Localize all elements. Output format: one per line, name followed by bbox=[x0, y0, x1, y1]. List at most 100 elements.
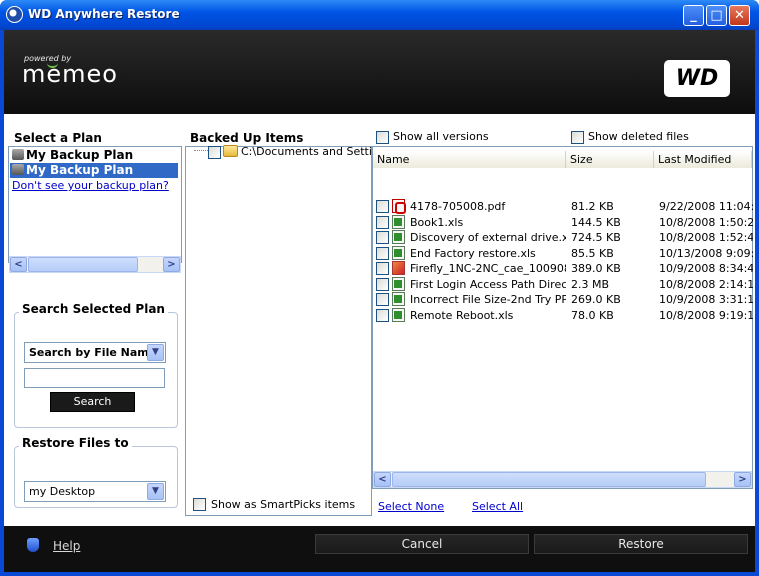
folder-icon bbox=[223, 145, 238, 157]
tree-panel bbox=[185, 146, 372, 516]
window-title: WD Anywhere Restore bbox=[28, 7, 180, 21]
file-size: 81.2 KB bbox=[571, 200, 614, 213]
maximize-button[interactable]: □ bbox=[706, 5, 727, 26]
file-size: 269.0 KB bbox=[571, 293, 621, 306]
file-size: 389.0 KB bbox=[571, 262, 621, 275]
excel-icon bbox=[392, 214, 405, 229]
file-list-scrollbar[interactable]: < > bbox=[373, 471, 752, 488]
scroll-left-icon[interactable]: < bbox=[10, 257, 27, 272]
excel-icon bbox=[392, 292, 405, 306]
file-size: 2.3 MB bbox=[571, 277, 610, 291]
file-modified: 10/9/2008 3:31:1 bbox=[659, 293, 753, 306]
select-all-link[interactable]: Select All bbox=[472, 500, 523, 513]
restore-to-label: Restore Files to bbox=[19, 436, 132, 450]
file-size: 724.5 KB bbox=[571, 231, 621, 244]
select-plan-heading: Select a Plan bbox=[14, 131, 102, 145]
file-checkbox[interactable] bbox=[376, 200, 389, 213]
file-modified: 10/9/2008 8:34:4 bbox=[659, 262, 753, 275]
file-checkbox[interactable] bbox=[376, 246, 389, 260]
minimize-icon: _ bbox=[690, 8, 697, 23]
file-checkbox[interactable] bbox=[376, 308, 389, 322]
excel-icon bbox=[392, 276, 405, 291]
file-checkbox[interactable] bbox=[376, 293, 389, 306]
chevron-down-icon[interactable]: ▼ bbox=[147, 344, 164, 361]
file-modified: 10/13/2008 9:09: bbox=[659, 246, 753, 260]
file-modified: 10/8/2008 1:50:2 bbox=[659, 215, 753, 229]
image-icon bbox=[392, 261, 405, 275]
file-modified: 10/8/2008 9:19:1 bbox=[659, 308, 753, 322]
file-checkbox[interactable] bbox=[376, 262, 389, 275]
restore-destination-value: my Desktop bbox=[29, 485, 96, 498]
pdf-icon bbox=[392, 199, 406, 214]
file-name: Discovery of external drive.xls bbox=[410, 231, 566, 244]
file-checkbox[interactable] bbox=[376, 215, 389, 229]
tree-root-label[interactable]: C:\Documents and Settings bbox=[241, 145, 371, 158]
close-button[interactable]: ✕ bbox=[729, 5, 750, 26]
backed-up-heading: Backed Up Items bbox=[190, 131, 304, 145]
scroll-right-icon[interactable]: > bbox=[163, 257, 180, 272]
backup-plan-icon bbox=[12, 149, 24, 160]
file-modified: 10/8/2008 2:14:1 bbox=[659, 277, 753, 291]
file-name: Book1.xls bbox=[410, 215, 464, 229]
show-deleted-label: Show deleted files bbox=[588, 130, 689, 143]
file-size: 78.0 KB bbox=[571, 308, 614, 322]
file-name: Incorrect File Size-2nd Try PP... bbox=[410, 293, 566, 306]
shield-icon bbox=[27, 538, 39, 552]
excel-icon bbox=[392, 245, 405, 260]
excel-icon bbox=[392, 230, 405, 244]
file-name: End Factory restore.xls bbox=[410, 246, 536, 260]
file-name: Firefly_1NC-2NC_cae_100908... bbox=[410, 262, 566, 275]
file-modified: 9/22/2008 11:04:1 bbox=[659, 200, 753, 213]
restore-destination-select[interactable]: my Desktop ▼ bbox=[24, 481, 166, 502]
close-icon: ✕ bbox=[734, 8, 745, 23]
search-mode-value: Search by File Name bbox=[29, 346, 157, 359]
file-name: Remote Reboot.xls bbox=[410, 308, 514, 322]
maximize-icon: □ bbox=[710, 8, 723, 23]
column-header-size[interactable]: Size bbox=[566, 151, 654, 168]
file-modified: 10/8/2008 1:52:4 bbox=[659, 231, 753, 244]
file-size: 144.5 KB bbox=[571, 215, 621, 229]
scroll-right-icon[interactable]: > bbox=[734, 472, 751, 487]
smartpicks-checkbox[interactable] bbox=[193, 498, 206, 511]
search-group-label: Search Selected Plan bbox=[19, 302, 168, 316]
restore-button[interactable]: Restore bbox=[534, 534, 748, 554]
memeo-logo: memeo bbox=[22, 60, 118, 88]
file-name: First Login Access Path Direct... bbox=[410, 277, 566, 291]
smartpicks-label: Show as SmartPicks items bbox=[211, 498, 356, 511]
app-icon bbox=[6, 6, 23, 23]
column-header-name[interactable]: Name bbox=[373, 151, 566, 168]
backup-plan-icon bbox=[12, 164, 24, 175]
plan-item-label: My Backup Plan bbox=[26, 163, 134, 177]
tree-root-checkbox[interactable] bbox=[208, 146, 221, 159]
show-deleted-checkbox[interactable] bbox=[571, 131, 584, 144]
search-mode-select[interactable]: Search by File Name ▼ bbox=[24, 342, 166, 363]
plan-item-label: My Backup Plan bbox=[26, 148, 134, 162]
wd-logo: WD bbox=[664, 60, 730, 97]
plan-item-selected[interactable]: My Backup Plan bbox=[10, 163, 178, 178]
help-link[interactable]: Help bbox=[53, 539, 80, 553]
search-button[interactable]: Search bbox=[50, 392, 135, 412]
plan-list-scrollbar[interactable]: < > bbox=[9, 256, 181, 273]
show-all-versions-checkbox[interactable] bbox=[376, 131, 389, 144]
scroll-thumb[interactable] bbox=[28, 257, 138, 272]
cancel-button[interactable]: Cancel bbox=[315, 534, 529, 554]
app-window: WD Anywhere Restore _ □ ✕ powered by mem… bbox=[0, 0, 759, 576]
select-none-link[interactable]: Select None bbox=[378, 500, 444, 513]
missing-plan-link[interactable]: Don't see your backup plan? bbox=[12, 179, 169, 192]
minimize-button[interactable]: _ bbox=[683, 5, 704, 26]
file-checkbox[interactable] bbox=[376, 277, 389, 291]
scroll-left-icon[interactable]: < bbox=[374, 472, 391, 487]
show-all-versions-label: Show all versions bbox=[393, 130, 489, 143]
excel-icon bbox=[392, 307, 405, 322]
file-name: 4178-705008.pdf bbox=[410, 200, 506, 213]
search-input[interactable] bbox=[24, 368, 165, 388]
plan-item[interactable]: My Backup Plan bbox=[10, 148, 178, 163]
client-area: powered by memeo WD Select a Plan My Bac… bbox=[4, 30, 755, 572]
column-header-modified[interactable]: Last Modified bbox=[654, 151, 752, 168]
title-bar[interactable]: WD Anywhere Restore _ □ ✕ bbox=[0, 0, 759, 30]
scroll-thumb[interactable] bbox=[392, 472, 706, 487]
chevron-down-icon[interactable]: ▼ bbox=[147, 483, 164, 500]
file-size: 85.5 KB bbox=[571, 246, 614, 260]
header-banner: powered by memeo WD bbox=[4, 30, 755, 114]
file-checkbox[interactable] bbox=[376, 231, 389, 244]
